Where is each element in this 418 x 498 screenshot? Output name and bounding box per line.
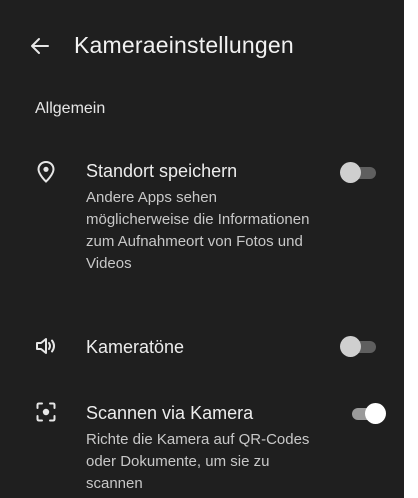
setting-title: Kameratöne bbox=[86, 337, 185, 357]
right-edge-background bbox=[404, 0, 418, 498]
page-title: Kameraeinstellungen bbox=[74, 32, 294, 58]
scan-icon bbox=[34, 400, 58, 424]
switch-thumb bbox=[365, 403, 386, 424]
setting-summary: Richte die Kamera auf QR-Codes oder Doku… bbox=[86, 431, 310, 492]
location-pin-icon bbox=[34, 160, 58, 184]
setting-text: Standort speichern Andere Apps sehen mög… bbox=[86, 159, 322, 275]
section-header-general: Allgemein bbox=[35, 100, 106, 117]
setting-row-scan-via-camera[interactable]: Scannen via Kamera Richte die Kamera auf… bbox=[0, 400, 404, 498]
camera-settings-screen: Kameraeinstellungen Allgemein Standort s… bbox=[0, 0, 404, 498]
back-button[interactable] bbox=[22, 28, 58, 64]
setting-summary: Andere Apps sehen möglicherweise die Inf… bbox=[86, 189, 310, 272]
setting-row-camera-sounds[interactable]: Kameratöne bbox=[0, 334, 404, 366]
camera-sounds-switch[interactable] bbox=[340, 336, 376, 357]
switch-thumb bbox=[340, 162, 361, 183]
arrow-left-icon bbox=[31, 38, 49, 54]
setting-text: Scannen via Kamera Richte die Kamera auf… bbox=[86, 401, 322, 495]
save-location-switch[interactable] bbox=[340, 162, 376, 183]
setting-row-save-location[interactable]: Standort speichern Andere Apps sehen mög… bbox=[0, 158, 404, 308]
setting-title: Scannen via Kamera bbox=[86, 403, 254, 423]
scan-via-camera-switch[interactable] bbox=[348, 403, 386, 424]
setting-text: Kameratöne bbox=[86, 335, 322, 359]
app-bar: Kameraeinstellungen bbox=[0, 18, 404, 76]
switch-thumb bbox=[340, 336, 361, 357]
setting-title: Standort speichern bbox=[86, 161, 238, 181]
speaker-icon bbox=[34, 334, 58, 358]
